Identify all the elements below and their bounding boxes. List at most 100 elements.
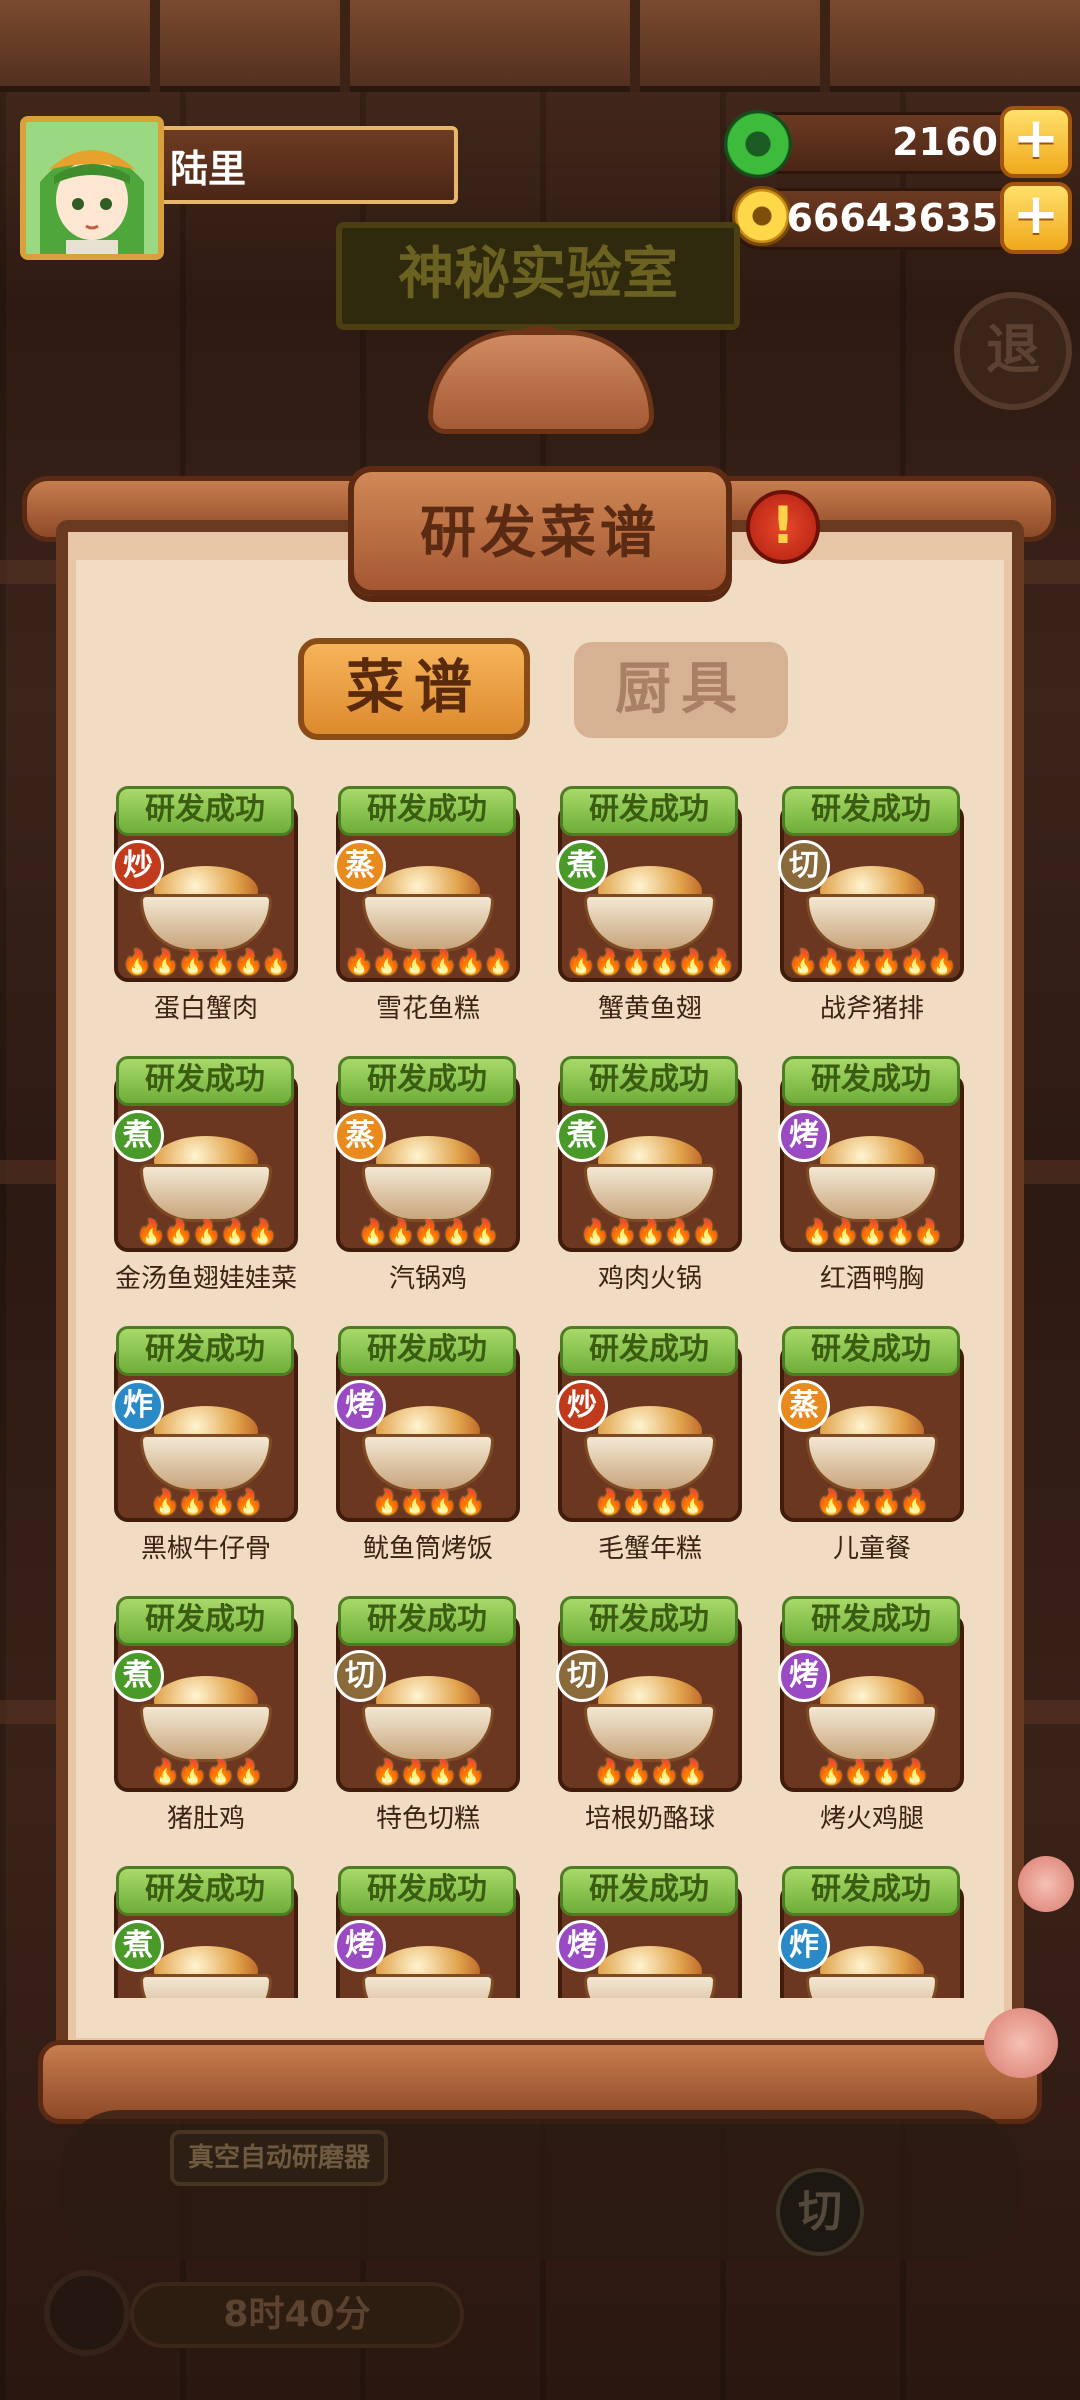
recipe-card[interactable]: 研发成功炒 🔥🔥🔥🔥 毛蟹年糕	[554, 1326, 746, 1564]
recipe-name: 蛋白蟹肉	[153, 994, 258, 1024]
machine-label: 真空自动研磨器	[170, 2130, 388, 2186]
recipe-grid[interactable]: 研发成功炒 🔥🔥🔥🔥🔥🔥 蛋白蟹肉 研发成功蒸 🔥🔥🔥🔥🔥🔥 雪花鱼糕 研发成功煮 🔥🔥🔥🔥🔥…	[100, 780, 980, 1998]
lab-sign: 神秘实验室	[336, 222, 740, 330]
recipe-card[interactable]: 研发成功煮 🔥🔥🔥🔥🔥 鸡肉火锅	[554, 1056, 746, 1294]
status-badge: 研发成功	[338, 1326, 516, 1376]
status-badge: 研发成功	[116, 1596, 294, 1646]
alert-icon[interactable]: !	[746, 490, 820, 564]
recipe-card[interactable]: 研发成功煮 🔥🔥🔥🔥🔥 金汤鱼翅娃娃菜	[110, 1056, 302, 1294]
dish-bowl	[806, 894, 938, 952]
recipe-card[interactable]: 研发成功切 🔥🔥🔥🔥 培根奶酪球	[554, 1596, 746, 1834]
recipe-card[interactable]: 研发成功炸 🔥🔥🔥🔥 黑椒牛仔骨	[110, 1326, 302, 1564]
status-badge: 研发成功	[560, 786, 738, 836]
recipe-name: 特色切糕	[375, 1804, 480, 1834]
difficulty-flames-icon: 🔥🔥🔥🔥🔥🔥	[566, 948, 735, 976]
difficulty-flames-icon: 🔥🔥🔥🔥	[372, 1758, 486, 1786]
status-badge: 研发成功	[782, 1056, 960, 1106]
status-badge: 研发成功	[782, 1866, 960, 1916]
add-coins-button[interactable]: +	[1000, 182, 1072, 254]
avatar-portrait-icon	[26, 122, 158, 254]
timer-display: 8时40分	[130, 2282, 464, 2348]
dish-bowl	[140, 1434, 272, 1492]
exit-button[interactable]: 退	[954, 292, 1072, 410]
recipe-card[interactable]: 研发成功蒸 🔥🔥🔥🔥🔥🔥 雪花鱼糕	[332, 786, 524, 1024]
dish-bowl	[584, 1704, 716, 1762]
cooking-method-badge: 切	[334, 1650, 386, 1702]
cooking-method-badge: 烤	[334, 1920, 386, 1972]
status-badge: 研发成功	[116, 1326, 294, 1376]
flower-decoration	[1018, 1856, 1074, 1912]
recipe-name: 鸡肉火锅	[597, 1264, 702, 1294]
status-badge: 研发成功	[782, 1596, 960, 1646]
recipe-name: 培根奶酪球	[584, 1804, 715, 1834]
cooking-method-badge: 切	[556, 1650, 608, 1702]
difficulty-flames-icon: 🔥🔥🔥🔥	[816, 1758, 930, 1786]
player-avatar[interactable]	[20, 116, 164, 260]
dish-bowl	[584, 1434, 716, 1492]
recipe-name: 烤火鸡腿	[819, 1804, 924, 1834]
recipe-card[interactable]: 研发成功烤	[554, 1866, 746, 1998]
cooking-method-badge: 烤	[778, 1650, 830, 1702]
status-badge: 研发成功	[782, 786, 960, 836]
recipe-card[interactable]: 研发成功烤 🔥🔥🔥🔥🔥 红酒鸭胸	[776, 1056, 968, 1294]
difficulty-flames-icon: 🔥🔥🔥🔥	[150, 1488, 264, 1516]
recipe-name: 金汤鱼翅娃娃菜	[114, 1264, 297, 1294]
dish-bowl	[140, 894, 272, 952]
recipe-card[interactable]: 研发成功蒸 🔥🔥🔥🔥 儿童餐	[776, 1326, 968, 1564]
status-badge: 研发成功	[116, 1866, 294, 1916]
recipe-card[interactable]: 研发成功煮 🔥🔥🔥🔥🔥🔥 蟹黄鱼翅	[554, 786, 746, 1024]
cooking-method-badge: 切	[778, 840, 830, 892]
difficulty-flames-icon: 🔥🔥🔥🔥🔥	[358, 1218, 499, 1246]
difficulty-flames-icon: 🔥🔥🔥🔥🔥🔥	[788, 948, 957, 976]
recipe-card[interactable]: 研发成功炸	[776, 1866, 968, 1998]
difficulty-flames-icon: 🔥🔥🔥🔥🔥	[580, 1218, 721, 1246]
difficulty-flames-icon: 🔥🔥🔥🔥🔥	[136, 1218, 277, 1246]
dish-bowl	[362, 1434, 494, 1492]
recipe-name: 蟹黄鱼翅	[597, 994, 702, 1024]
cooking-method-badge: 煮	[556, 840, 608, 892]
clock-icon	[44, 2270, 130, 2356]
status-badge: 研发成功	[338, 1866, 516, 1916]
recipe-card[interactable]: 研发成功煮 🔥🔥🔥🔥 猪肚鸡	[110, 1596, 302, 1834]
tab-tools[interactable]: 厨具	[574, 642, 788, 738]
dish-bowl	[140, 1164, 272, 1222]
status-badge: 研发成功	[560, 1866, 738, 1916]
cooking-method-badge: 烤	[556, 1920, 608, 1972]
recipe-card[interactable]: 研发成功煮	[110, 1866, 302, 1998]
cooking-method-badge: 炸	[112, 1380, 164, 1432]
dish-bowl	[806, 1974, 938, 1998]
cooking-method-badge: 煮	[112, 1920, 164, 1972]
jade-icon	[724, 110, 792, 178]
add-jade-button[interactable]: +	[1000, 106, 1072, 178]
player-name: 陆里	[170, 147, 247, 191]
status-badge: 研发成功	[560, 1056, 738, 1106]
dish-bowl	[362, 1164, 494, 1222]
recipe-card[interactable]: 研发成功烤	[332, 1866, 524, 1998]
recipe-card[interactable]: 研发成功蒸 🔥🔥🔥🔥🔥 汽锅鸡	[332, 1056, 524, 1294]
recipe-card[interactable]: 研发成功烤 🔥🔥🔥🔥 鱿鱼筒烤饭	[332, 1326, 524, 1564]
difficulty-flames-icon: 🔥🔥🔥🔥🔥🔥	[122, 948, 291, 976]
recipe-card[interactable]: 研发成功炒 🔥🔥🔥🔥🔥🔥 蛋白蟹肉	[110, 786, 302, 1024]
dish-bowl	[140, 1704, 272, 1762]
cooking-method-badge: 炒	[556, 1380, 608, 1432]
jade-count: 2160	[892, 120, 998, 164]
tab-recipes[interactable]: 菜谱	[298, 638, 530, 740]
recipe-name: 鱿鱼筒烤饭	[362, 1534, 493, 1564]
recipe-card[interactable]: 研发成功切 🔥🔥🔥🔥🔥🔥 战斧猪排	[776, 786, 968, 1024]
dish-bowl	[140, 1974, 272, 1998]
dish-bowl	[584, 1974, 716, 1998]
dish-bowl	[584, 894, 716, 952]
recipe-name: 雪花鱼糕	[375, 994, 480, 1024]
beam-truss	[630, 0, 830, 92]
difficulty-flames-icon: 🔥🔥🔥🔥	[150, 1758, 264, 1786]
flower-decoration	[984, 2008, 1058, 2078]
cut-button: 切	[776, 2168, 864, 2256]
dish-bowl	[806, 1704, 938, 1762]
panel-title: 研发菜谱	[420, 501, 660, 566]
recipe-card[interactable]: 研发成功烤 🔥🔥🔥🔥 烤火鸡腿	[776, 1596, 968, 1834]
recipe-card[interactable]: 研发成功切 🔥🔥🔥🔥 特色切糕	[332, 1596, 524, 1834]
recipe-name: 战斧猪排	[819, 994, 924, 1024]
difficulty-flames-icon: 🔥🔥🔥🔥	[372, 1488, 486, 1516]
status-badge: 研发成功	[338, 1056, 516, 1106]
dish-bowl	[362, 894, 494, 952]
